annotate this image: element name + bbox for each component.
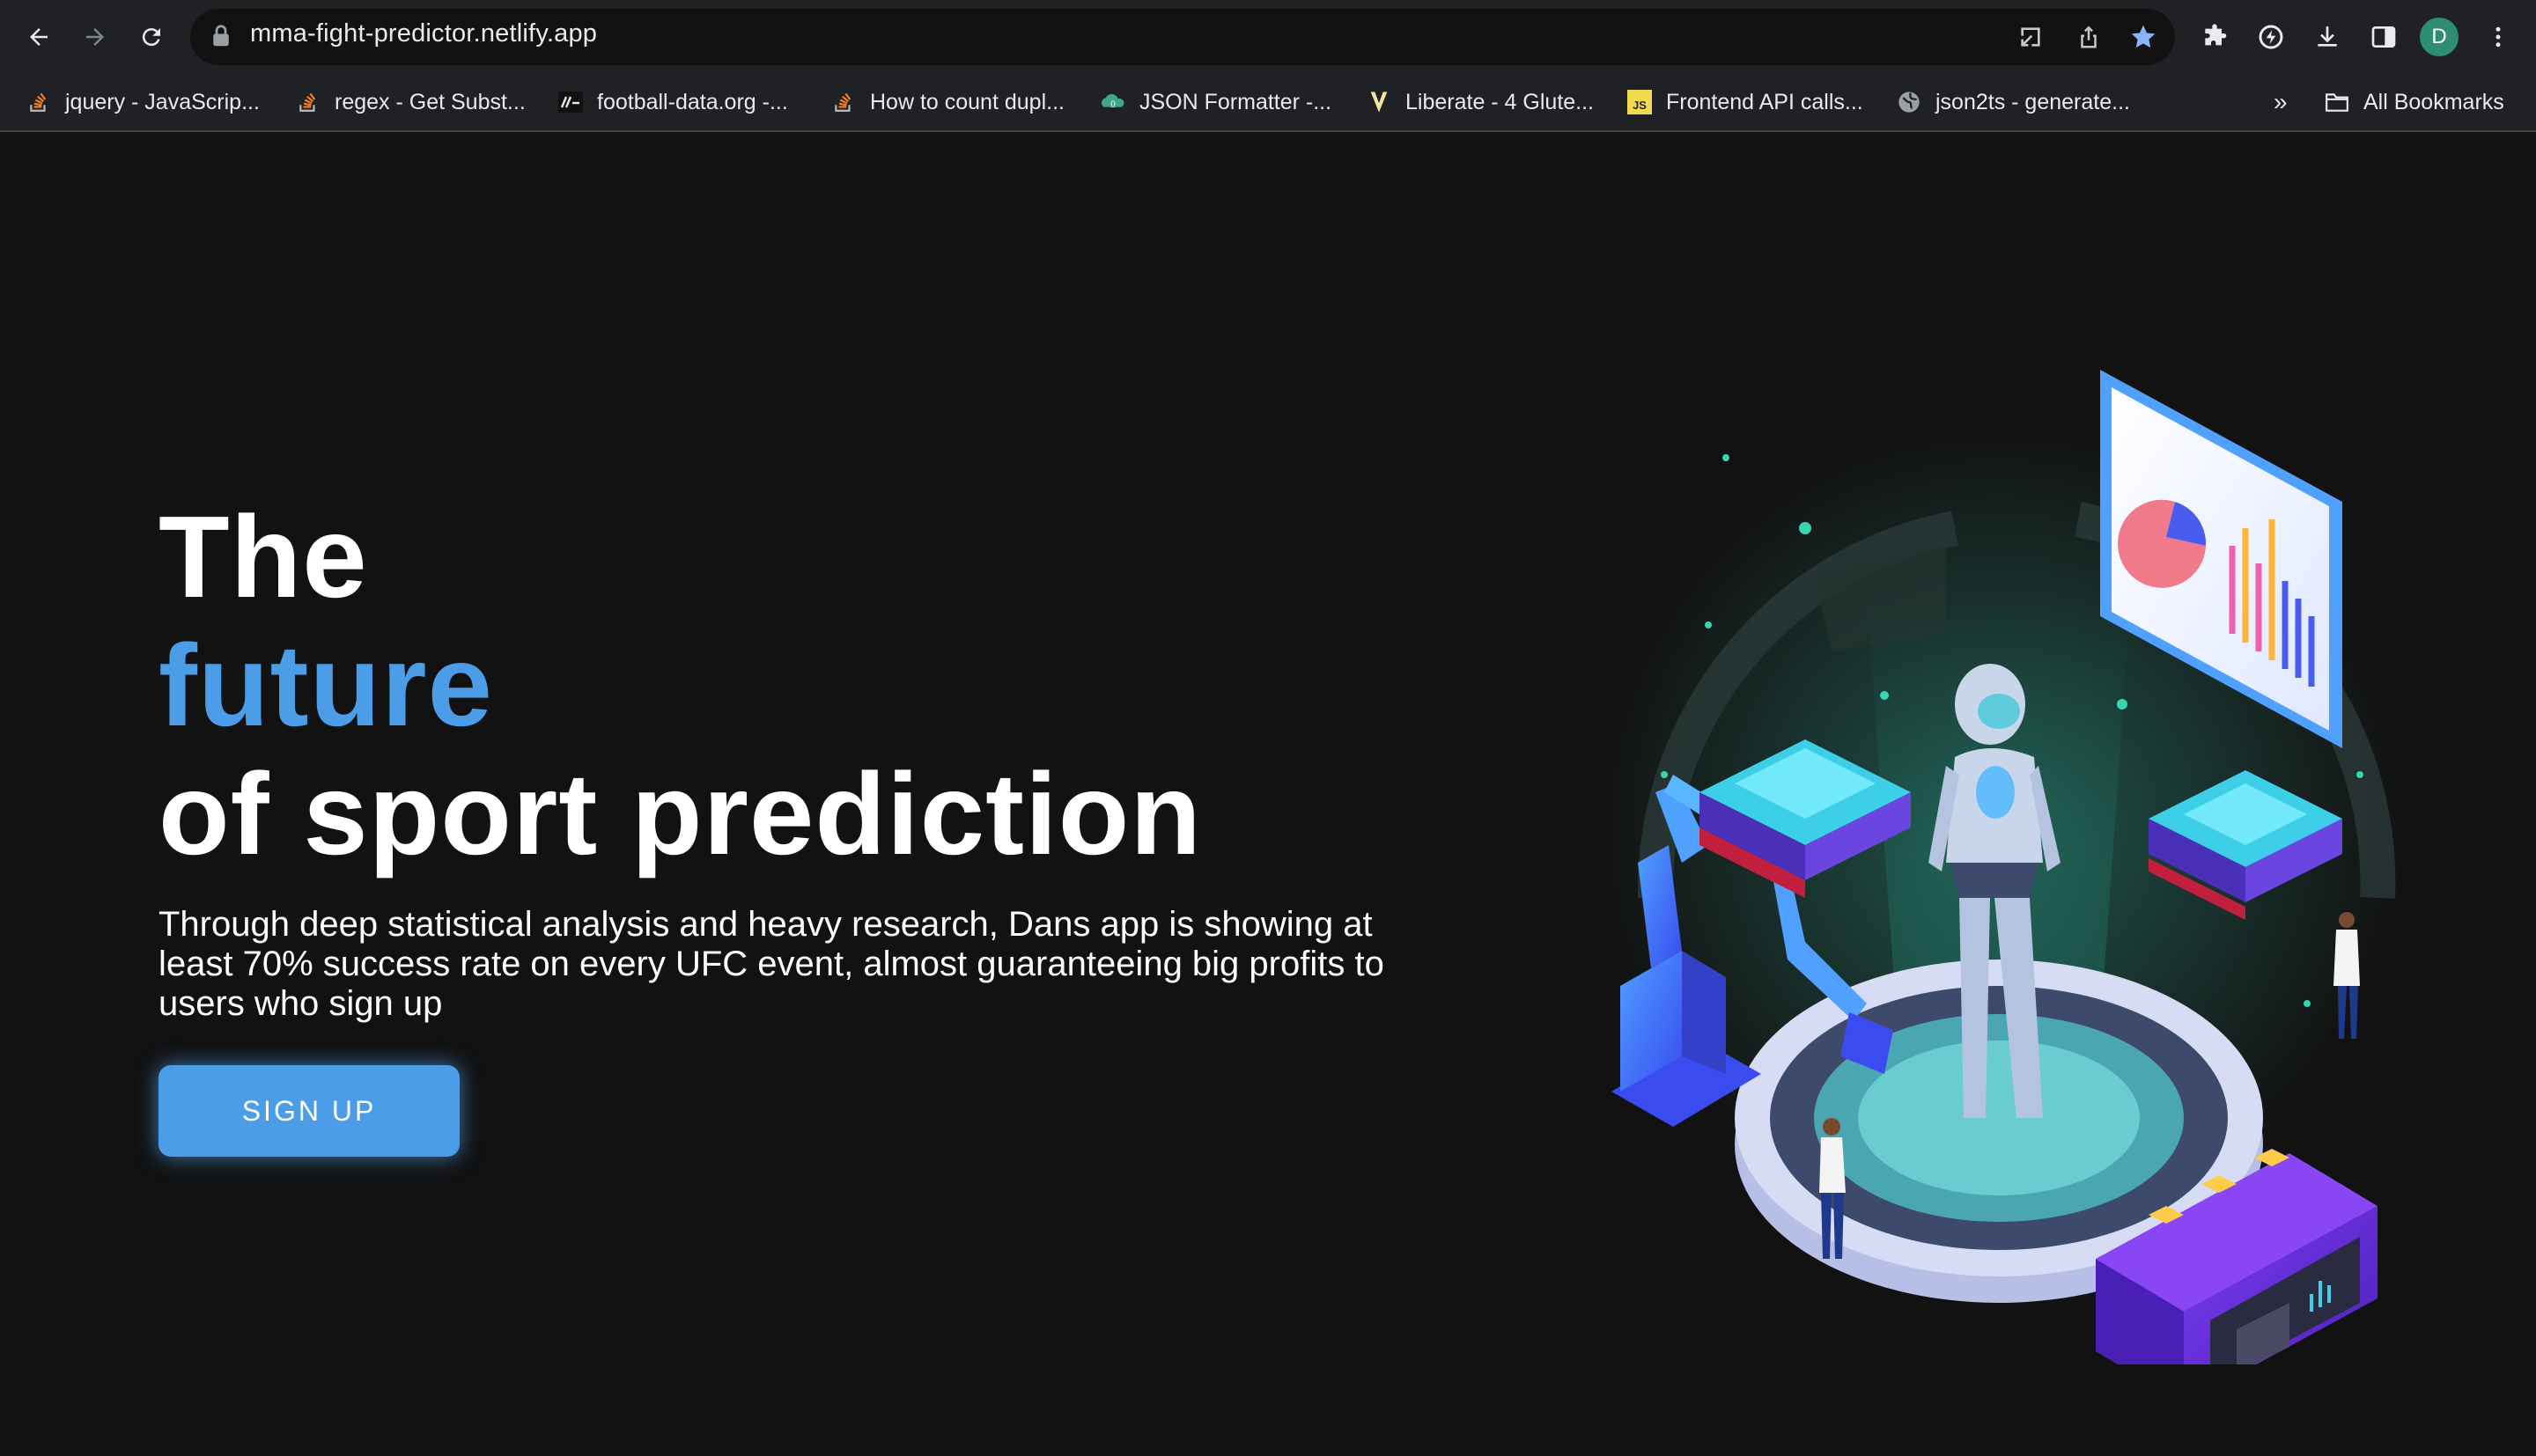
bookmark-label: football-data.org -... bbox=[597, 89, 788, 114]
menu-dots-icon[interactable] bbox=[2480, 18, 2517, 55]
bookmark-item[interactable]: JS Frontend API calls... bbox=[1627, 85, 1863, 120]
all-bookmarks-button[interactable]: All Bookmarks bbox=[2325, 85, 2504, 120]
browser-toolbar: mma-fight-predictor.netlify.app D bbox=[0, 0, 2536, 74]
bookmark-item[interactable]: jquery - JavaScrip... bbox=[26, 85, 260, 120]
url-text[interactable]: mma-fight-predictor.netlify.app bbox=[250, 19, 597, 48]
bookmark-item[interactable]: json2ts - generate... bbox=[1897, 85, 2130, 120]
bookmark-label: jquery - JavaScrip... bbox=[65, 89, 260, 114]
all-bookmarks-label: All Bookmarks bbox=[2363, 89, 2504, 114]
bookmark-label: JSON Formatter -... bbox=[1139, 89, 1332, 114]
football-data-icon bbox=[558, 90, 583, 114]
bookmark-label: regex - Get Subst... bbox=[335, 89, 526, 114]
arrow-right-icon bbox=[86, 28, 104, 46]
hero-description: Through deep statistical analysis and he… bbox=[158, 905, 1384, 1023]
downloads-icon[interactable] bbox=[2309, 18, 2346, 55]
json-formatter-icon: {} bbox=[1101, 90, 1125, 114]
bookmarks-overflow-button[interactable]: » bbox=[2274, 85, 2288, 120]
liberate-icon bbox=[1367, 90, 1391, 114]
arrow-left-icon bbox=[30, 28, 48, 46]
bookmark-label: json2ts - generate... bbox=[1935, 89, 2130, 114]
bookmark-item[interactable]: football-data.org -... bbox=[558, 85, 788, 120]
bookmark-item[interactable]: {} JSON Formatter -... bbox=[1101, 85, 1331, 120]
install-app-icon[interactable] bbox=[2013, 19, 2048, 55]
bookmark-item[interactable]: Liberate - 4 Glute... bbox=[1367, 85, 1594, 120]
forward-button[interactable] bbox=[76, 18, 114, 56]
bookmark-star-icon[interactable] bbox=[2126, 19, 2161, 55]
stackoverflow-icon bbox=[831, 90, 856, 114]
folder-icon bbox=[2325, 90, 2349, 114]
bookmark-item[interactable]: How to count dupl... bbox=[831, 85, 1065, 120]
bookmark-item[interactable]: regex - Get Subst... bbox=[296, 85, 526, 120]
side-panel-icon[interactable] bbox=[2365, 18, 2402, 55]
svg-text:{}: {} bbox=[1110, 99, 1116, 108]
bookmarks-bar: jquery - JavaScrip... regex - Get Subst.… bbox=[0, 77, 2536, 127]
hero-title-accent: future bbox=[158, 621, 493, 750]
signup-button[interactable]: SIGN UP bbox=[158, 1065, 460, 1157]
share-icon[interactable] bbox=[2071, 19, 2106, 55]
ai-robot-illustration bbox=[1594, 370, 2404, 1364]
performance-icon[interactable] bbox=[2252, 18, 2289, 55]
extensions-puzzle-icon[interactable] bbox=[2196, 18, 2233, 55]
back-button[interactable] bbox=[19, 18, 58, 56]
stackoverflow-icon bbox=[296, 90, 321, 114]
globe-icon bbox=[1897, 90, 1921, 114]
bookmark-label: Frontend API calls... bbox=[1666, 89, 1863, 114]
hero-title: The future of sport prediction bbox=[158, 493, 1202, 879]
landing-page: The future of sport prediction Through d… bbox=[0, 132, 2536, 1456]
hero-title-line-1: The bbox=[158, 492, 368, 621]
bookmark-label: Liberate - 4 Glute... bbox=[1405, 89, 1595, 114]
stackoverflow-icon bbox=[26, 90, 51, 114]
profile-avatar[interactable]: D bbox=[2420, 18, 2459, 56]
browser-chrome: mma-fight-predictor.netlify.app D jquery… bbox=[0, 0, 2536, 132]
svg-text:JS: JS bbox=[1633, 99, 1647, 112]
reload-icon bbox=[142, 28, 160, 47]
bookmark-label: How to count dupl... bbox=[870, 89, 1065, 114]
lock-icon bbox=[210, 23, 232, 54]
reload-button[interactable] bbox=[132, 18, 171, 56]
js-icon: JS bbox=[1627, 90, 1652, 114]
hero-title-line-3: of sport prediction bbox=[158, 749, 1202, 879]
